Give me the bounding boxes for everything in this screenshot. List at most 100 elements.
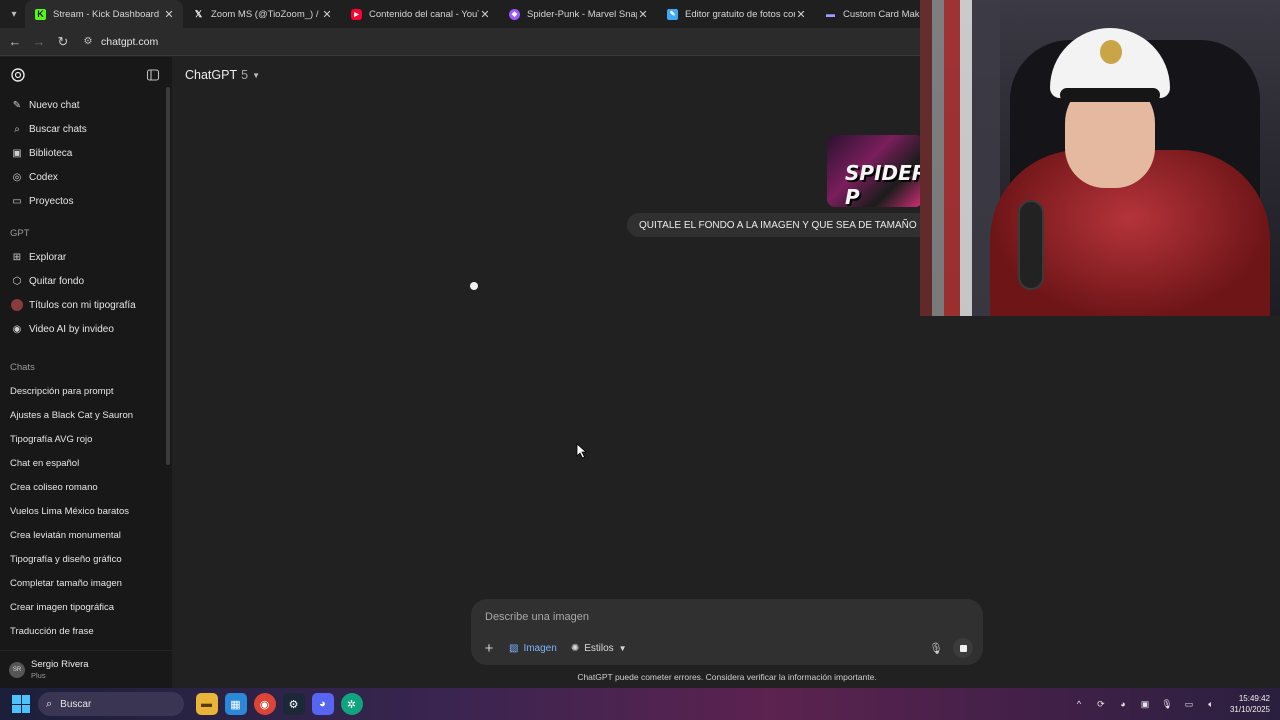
sidebar-item-codex[interactable]: ◎ Codex <box>0 165 172 189</box>
openai-logo-icon[interactable] <box>10 67 26 83</box>
plus-icon[interactable]: + <box>481 640 497 657</box>
sidebar-item-explore[interactable]: ⊞ Explorar <box>0 245 172 269</box>
search-icon: ⌕ <box>46 697 53 710</box>
screen: ▾ K Stream - Kick Dashboard ✕ 𝕏 Zoom MS … <box>0 0 1280 720</box>
tab-title: Zoom MS (@TioZoom_) / X <box>211 8 321 20</box>
tab-marvel-snap[interactable]: ◆ Spider-Punk - Marvel Snap Card ✕ <box>499 0 657 28</box>
close-icon[interactable]: ✕ <box>163 8 175 21</box>
model-selector[interactable]: ChatGPT 5 ▼ <box>185 68 260 82</box>
grid-icon: ⊞ <box>12 251 22 263</box>
tab-search-menu-icon[interactable]: ▾ <box>3 3 25 25</box>
windows-start-icon[interactable] <box>12 695 30 713</box>
image-mode-button[interactable]: ▧ Imagen <box>509 643 557 654</box>
sidebar-item-new-chat[interactable]: ✎ Nuevo chat <box>0 93 172 117</box>
sidebar-scrollbar[interactable] <box>166 87 170 465</box>
close-icon[interactable]: ✕ <box>795 8 807 21</box>
sidebar-item-search-chats[interactable]: ⌕ Buscar chats <box>0 117 172 141</box>
microphone <box>1018 200 1044 290</box>
chat-list-item[interactable]: Tipografía AVG rojo <box>0 427 172 451</box>
user-message: QUITALE EL FONDO A LA IMAGEN Y QUE SEA D… <box>627 213 929 237</box>
network-icon[interactable]: ▭ <box>1181 699 1197 710</box>
loading-indicator <box>470 282 478 290</box>
user-profile[interactable]: SR Sergio Rivera Plus <box>0 650 172 688</box>
tab-title: Stream - Kick Dashboard <box>53 8 160 20</box>
close-icon[interactable]: ✕ <box>321 8 333 21</box>
file-explorer-icon[interactable]: ▬ <box>195 693 218 715</box>
composer-toolbar: + ▧ Imagen ✺ Estilos ▼ 🎙︎ <box>481 638 973 658</box>
chat-list-item[interactable]: Chat en español <box>0 451 172 475</box>
styles-button[interactable]: ✺ Estilos ▼ <box>571 643 627 654</box>
reload-icon[interactable]: ↻ <box>51 34 75 50</box>
webcam-overlay <box>920 0 1280 316</box>
sidebar-item-label: Nuevo chat <box>29 99 80 111</box>
prompt-input[interactable]: Describe una imagen <box>485 611 589 623</box>
x-icon: 𝕏 <box>194 8 203 19</box>
gpt-section-title: GPT <box>10 227 30 239</box>
youtube-icon: ▶ <box>351 8 362 20</box>
clock-date: 31/10/2025 <box>1229 705 1270 714</box>
sidebar-item-titulos[interactable]: Títulos con mi tipografía <box>0 293 172 317</box>
chat-list-item[interactable]: Descripción para prompt <box>0 379 172 403</box>
sidebar-toggle-icon[interactable] <box>146 68 160 82</box>
sidebar-item-label: Títulos con mi tipografía <box>29 299 136 311</box>
tab-photo-editor[interactable]: ✎ Editor gratuito de fotos con IA ✕ <box>657 0 815 28</box>
chat-list-item[interactable]: Ajustes a Black Cat y Sauron <box>0 403 172 427</box>
store-icon[interactable]: ▦ <box>224 693 247 715</box>
chat-list-item[interactable]: Crea coliseo romano <box>0 475 172 499</box>
attached-image[interactable]: SPIDER-P <box>827 135 923 207</box>
stop-button[interactable] <box>953 638 973 658</box>
tab-x-profile[interactable]: 𝕏 Zoom MS (@TioZoom_) / X ✕ <box>183 0 341 28</box>
taskbar-search-label: Buscar <box>60 698 92 710</box>
hat-brim <box>1060 88 1160 102</box>
microphone-icon[interactable]: 🎙︎ <box>929 642 943 655</box>
taskbar: ⌕ Buscar ▬ ▦ ◉ ⚙ ◕ ✲ ^ ⟳ ◕ ▣ 🎙︎ ▭ 🔈︎ 15:… <box>0 688 1280 720</box>
chrome-icon[interactable]: ◉ <box>253 693 276 715</box>
chevron-up-icon[interactable]: ^ <box>1071 699 1087 709</box>
sidebar: ✎ Nuevo chat ⌕ Buscar chats ▣ Biblioteca… <box>0 57 172 688</box>
tab-title: Contenido del canal - YouTube <box>369 8 479 20</box>
sidebar-item-library[interactable]: ▣ Biblioteca <box>0 141 172 165</box>
sidebar-item-video-ai[interactable]: ◉ Video AI by invideo <box>0 317 172 341</box>
app-tray-icon[interactable]: ▣ <box>1137 699 1153 710</box>
new-chat-icon: ✎ <box>12 99 22 111</box>
kick-icon: K <box>35 8 46 20</box>
forward-icon[interactable]: → <box>27 34 51 49</box>
close-icon[interactable]: ✕ <box>637 8 649 21</box>
volume-icon[interactable]: 🔈︎ <box>1203 699 1219 710</box>
search-icon: ⌕ <box>14 123 20 135</box>
steam-icon[interactable]: ⚙ <box>282 693 305 715</box>
composer: Describe una imagen + ▧ Imagen ✺ Estilos… <box>471 599 983 665</box>
sidebar-item-label: Video AI by invideo <box>29 323 114 335</box>
image-icon: ▧ <box>509 642 519 654</box>
chat-list-item[interactable]: Vuelos Lima México baratos <box>0 499 172 523</box>
sidebar-item-label: Quitar fondo <box>29 275 85 287</box>
sync-icon[interactable]: ⟳ <box>1093 699 1109 710</box>
chatgpt-app-icon[interactable]: ✲ <box>340 693 363 715</box>
chat-list-item[interactable]: Crea leviatán monumental <box>0 523 172 547</box>
avatar: SR <box>9 661 25 678</box>
sidebar-item-projects[interactable]: ▭ Proyectos <box>0 189 172 213</box>
mic-tray-icon[interactable]: 🎙︎ <box>1159 699 1175 710</box>
attached-image-text: SPIDER-P <box>845 161 923 207</box>
close-icon[interactable]: ✕ <box>479 8 491 21</box>
tab-kick-dashboard[interactable]: K Stream - Kick Dashboard ✕ <box>25 0 183 28</box>
gpt-avatar-icon <box>11 299 23 311</box>
disclaimer: ChatGPT puede cometer errores. Considera… <box>577 672 877 682</box>
tab-youtube[interactable]: ▶ Contenido del canal - YouTube ✕ <box>341 0 499 28</box>
url-field[interactable]: chatgpt.com <box>101 36 158 48</box>
chat-list-item[interactable]: Crear imagen tipográfica <box>0 595 172 619</box>
chats-section-title: Chats <box>10 361 35 373</box>
discord-icon[interactable]: ◕ <box>311 693 334 715</box>
folder-icon: ▭ <box>12 195 22 207</box>
sidebar-item-quitar-fondo[interactable]: ⬡ Quitar fondo <box>0 269 172 293</box>
discord-tray-icon[interactable]: ◕ <box>1115 699 1131 709</box>
chat-list-item[interactable]: Tipografía y diseño gráfico <box>0 547 172 571</box>
mouse-cursor-icon <box>576 443 588 459</box>
site-info-icon[interactable]: ⚙ <box>81 36 95 48</box>
chat-list-item[interactable]: Traducción de frase <box>0 619 172 643</box>
taskbar-search[interactable]: ⌕ Buscar <box>38 692 184 716</box>
back-icon[interactable]: ← <box>3 34 27 49</box>
chat-list-item[interactable]: Completar tamaño imagen <box>0 571 172 595</box>
chevron-down-icon: ▼ <box>252 70 260 80</box>
clock[interactable]: 15:49:42 31/10/2025 <box>1230 693 1270 715</box>
